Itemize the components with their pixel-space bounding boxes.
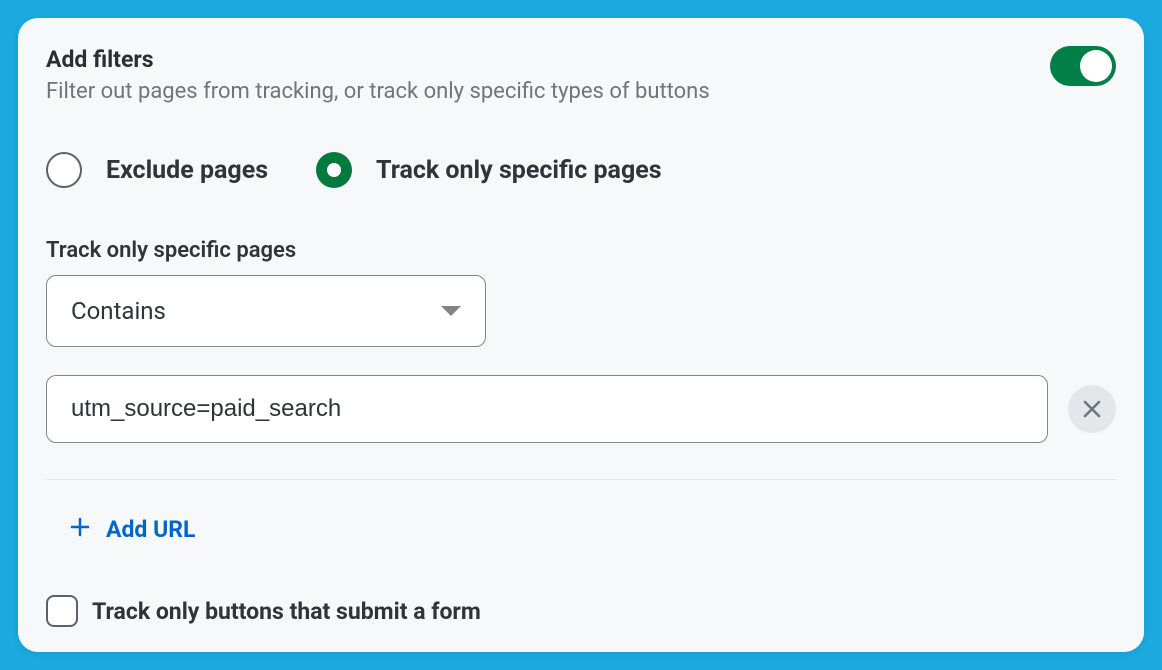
radio-checked-inner — [327, 163, 341, 177]
add-url-label: Add URL — [106, 516, 195, 543]
header-row: Add filters Filter out pages from tracki… — [46, 46, 1116, 104]
radio-exclude-pages[interactable]: Exclude pages — [46, 152, 268, 188]
url-input[interactable] — [46, 375, 1048, 443]
radio-track-specific[interactable]: Track only specific pages — [316, 152, 662, 188]
match-type-value: Contains — [71, 297, 166, 325]
toggle-knob — [1080, 50, 1112, 82]
radio-unchecked-icon — [46, 152, 82, 188]
match-type-select[interactable]: Contains — [46, 275, 486, 347]
add-url-button[interactable]: Add URL — [70, 516, 1116, 543]
close-icon — [1082, 399, 1102, 419]
divider — [46, 479, 1116, 480]
card-title: Add filters — [46, 46, 710, 73]
plus-icon — [70, 517, 90, 543]
submit-form-checkbox-label: Track only buttons that submit a form — [92, 598, 481, 625]
checkbox-row: Track only buttons that submit a form — [46, 595, 1116, 627]
radio-group: Exclude pages Track only specific pages — [46, 152, 1116, 188]
chevron-down-icon — [441, 306, 461, 316]
filters-toggle[interactable] — [1050, 46, 1116, 86]
remove-url-button[interactable] — [1068, 385, 1116, 433]
section-label: Track only specific pages — [46, 238, 1116, 263]
filters-card: Add filters Filter out pages from tracki… — [18, 18, 1144, 652]
radio-track-specific-label: Track only specific pages — [376, 156, 662, 185]
radio-checked-icon — [316, 152, 352, 188]
card-subtitle: Filter out pages from tracking, or track… — [46, 79, 710, 104]
submit-form-checkbox[interactable] — [46, 595, 78, 627]
radio-exclude-label: Exclude pages — [106, 156, 268, 185]
url-input-row — [46, 375, 1116, 443]
header-text: Add filters Filter out pages from tracki… — [46, 46, 710, 104]
